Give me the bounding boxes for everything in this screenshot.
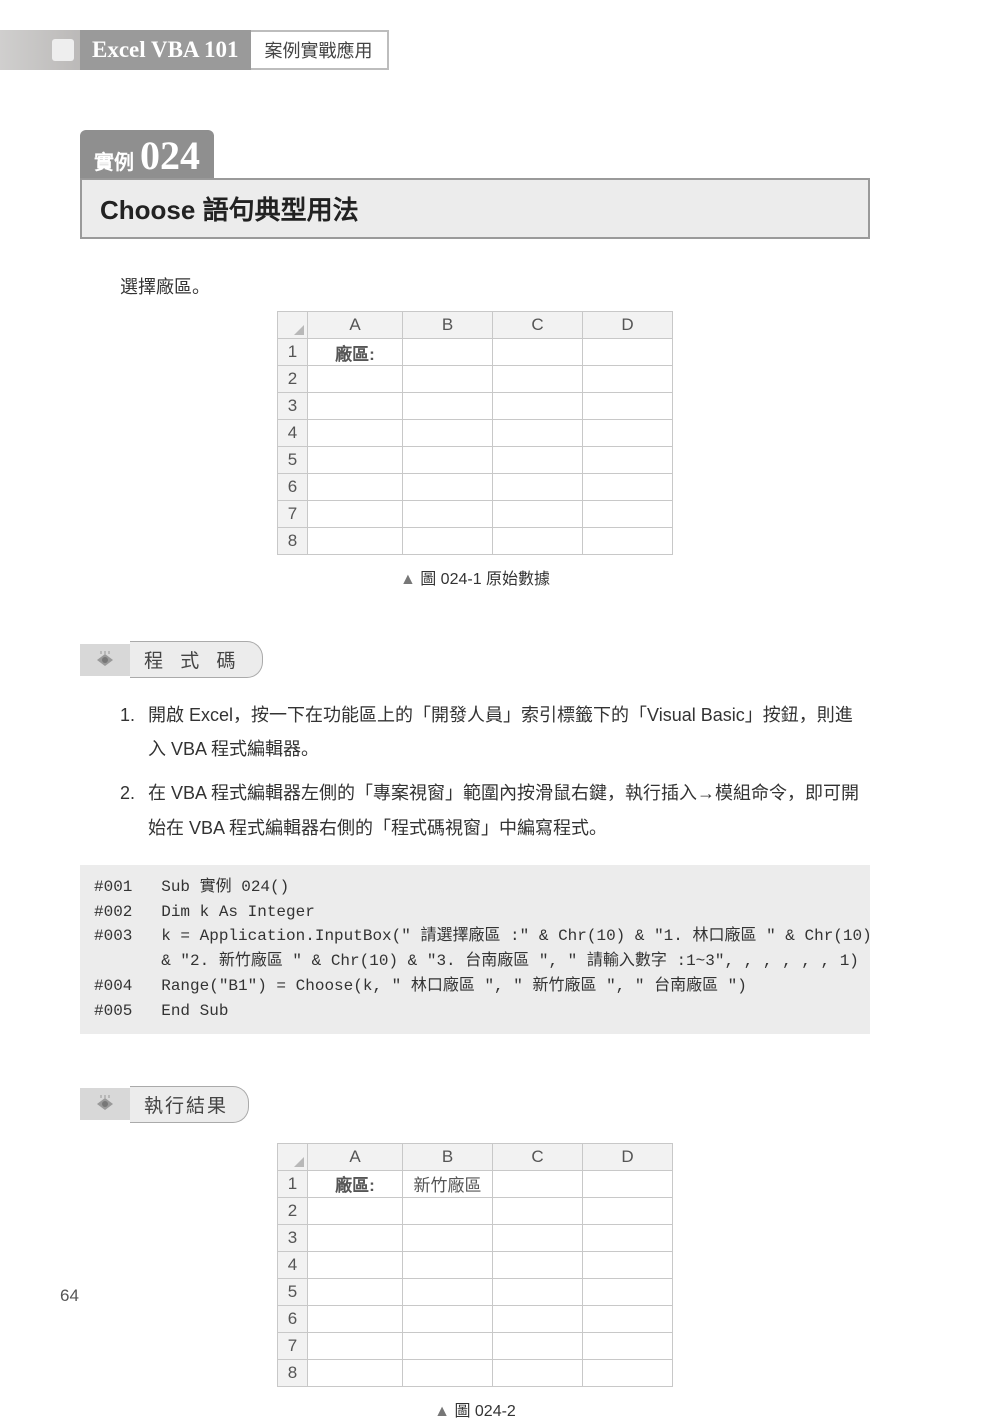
eye-icon [80,1088,130,1120]
col-header: D [583,1143,673,1170]
example-label: 實例 [94,146,134,175]
cell-B1: 新竹廠區 [403,1170,493,1197]
col-header: A [308,1143,403,1170]
step-text: 在 VBA 程式編輯器左側的「專案視窗」範圍內按滑鼠右鍵，執行插入→模組命令，即… [148,776,870,844]
header-logo-icon [52,39,74,61]
section-code-header: 程 式 碼 [80,641,870,678]
page-number: 64 [60,1286,79,1306]
row-header: 5 [278,447,308,474]
row-header: 8 [278,1359,308,1386]
excel-table-2: A B C D 1 廠區: 新竹廠區 2 3 4 5 6 7 8 [277,1143,673,1387]
row-header: 4 [278,1251,308,1278]
step-number: 1. [120,698,148,766]
col-header: A [308,312,403,339]
intro-text: 選擇廠區。 [120,273,870,299]
cell-A1: 廠區: [308,339,403,366]
step-text: 開啟 Excel，按一下在功能區上的「開發人員」索引標籤下的「Visual Ba… [148,698,870,766]
eye-icon [80,644,130,676]
col-header: C [493,1143,583,1170]
book-subtitle: 案例實戰應用 [251,30,389,70]
row-header: 6 [278,1305,308,1332]
row-header: 1 [278,339,308,366]
steps-list: 1. 開啟 Excel，按一下在功能區上的「開發人員」索引標籤下的「Visual… [120,698,870,845]
step-item: 2. 在 VBA 程式編輯器左側的「專案視窗」範圍內按滑鼠右鍵，執行插入→模組命… [120,776,870,844]
header-gradient [0,30,80,70]
row-header: 5 [278,1278,308,1305]
row-header: 6 [278,474,308,501]
code-block: #001 Sub 實例 024() #002 Dim k As Integer … [80,865,870,1034]
table-corner [278,1143,308,1170]
row-header: 4 [278,420,308,447]
cell-A1: 廠區: [308,1170,403,1197]
row-header: 1 [278,1170,308,1197]
row-header: 2 [278,1197,308,1224]
figure-caption-1: 圖 024-1 原始數據 [80,565,870,589]
section-result-header: 執行結果 [80,1086,870,1123]
section-code-label: 程 式 碼 [130,641,263,678]
page-header: Excel VBA 101 案例實戰應用 [0,30,390,70]
figure-caption-2: 圖 024-2 [80,1397,870,1421]
row-header: 8 [278,528,308,555]
section-result-label: 執行結果 [130,1086,249,1123]
row-header: 3 [278,393,308,420]
step-number: 2. [120,776,148,844]
example-number: 024 [140,136,200,176]
row-header: 7 [278,1332,308,1359]
col-header: B [403,1143,493,1170]
col-header: C [493,312,583,339]
book-title: Excel VBA 101 [80,30,251,70]
excel-table-1: A B C D 1 廠區: 2 3 4 5 6 7 8 [277,311,673,555]
row-header: 3 [278,1224,308,1251]
page-title: Choose 語句典型用法 [80,178,870,239]
col-header: D [583,312,673,339]
step-item: 1. 開啟 Excel，按一下在功能區上的「開發人員」索引標籤下的「Visual… [120,698,870,766]
col-header: B [403,312,493,339]
row-header: 2 [278,366,308,393]
row-header: 7 [278,501,308,528]
table-corner [278,312,308,339]
example-badge: 實例 024 [80,130,214,178]
